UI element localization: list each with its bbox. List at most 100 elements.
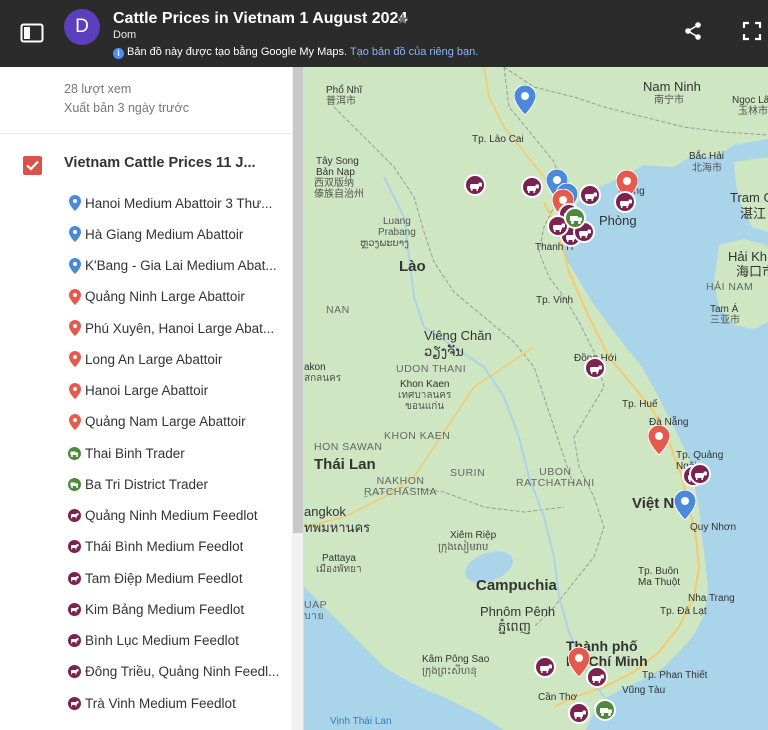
cow-marker[interactable] <box>521 176 543 198</box>
truck-icon <box>68 445 81 461</box>
legend-item-label: Hà Giang Medium Abattoir <box>85 226 244 242</box>
scrollbar-thumb[interactable] <box>293 67 303 533</box>
map-label-quy-nhon: Quy Nhơn <box>690 522 737 533</box>
legend-item-label: Hanoi Medium Abattoir 3 Thư... <box>85 195 273 211</box>
legend-item[interactable]: Hanoi Medium Abattoir 3 Thư... <box>68 192 280 214</box>
map-label-hai-khau-cn: 海口市 <box>736 264 768 279</box>
legend-item-label: Thái Bình Medium Feedlot <box>85 539 244 555</box>
legend-item[interactable]: Thai Binh Trader <box>68 442 280 464</box>
cow-icon <box>68 570 81 586</box>
map-label-hon-sawan: HON SAWAN <box>314 441 383 453</box>
map-label-phan-thiet: Tp. Phan Thiết <box>642 670 708 681</box>
layer-title[interactable]: Vietnam Cattle Prices 11 J... <box>64 155 274 171</box>
map-label-vinh: Tp. Vinh <box>536 295 574 306</box>
legend-item[interactable]: Ba Tri District Trader <box>68 473 280 495</box>
map-label-thai-lan: Thái Lan <box>314 456 376 473</box>
map-label-buon-ma-thuot: Tp. Buôn Ma Thuột <box>638 566 681 588</box>
legend-item[interactable]: Tam Điệp Medium Feedlot <box>68 567 280 589</box>
legend-item-label: Quảng Ninh Large Abattoir <box>85 289 245 305</box>
truck-marker[interactable] <box>564 207 586 229</box>
cow-marker[interactable] <box>584 357 606 379</box>
cow-icon <box>68 664 81 680</box>
legend-item[interactable]: Bình Lục Medium Feedlot <box>68 630 280 652</box>
map-label-ubon: UBON RATCHATHANI <box>516 466 595 490</box>
cow-marker[interactable] <box>579 184 601 206</box>
map-label-pho-nhi-cn: 普洱市 <box>326 96 356 107</box>
map-label-bangkok-th: ทพมหานคร <box>304 520 371 535</box>
cow-icon <box>68 539 81 555</box>
cow-marker[interactable] <box>568 702 590 724</box>
legend-item[interactable]: Quảng Nam Large Abattoir <box>68 411 280 433</box>
legend-item[interactable]: Hanoi Large Abattoir <box>68 380 280 402</box>
map-label-pattaya-th: เมืองพัทยา <box>316 564 362 575</box>
notice-text: Bản đồ này được tạo bằng Google My Maps. <box>127 46 348 58</box>
map-label-kampong-som-km: ក្រុងព្រះសីហនុ <box>422 666 477 677</box>
red-pin-icon <box>68 288 81 305</box>
blue-pin-icon <box>68 195 81 211</box>
legend-item[interactable]: Kim Bảng Medium Feedlot <box>68 598 280 620</box>
map-canvas[interactable]: Nam Ninh 南宁市 Phổ Nhĩ 普洱市 Ngọc Lâ 玉林市 Tp.… <box>304 67 768 730</box>
header: D Cattle Prices in Vietnam 1 August 2024… <box>0 0 768 67</box>
map-label-bangkok: angkok <box>304 504 346 519</box>
map-label-kampong-som: Kâm Pông Sao <box>422 654 490 665</box>
cow-marker[interactable] <box>586 666 608 688</box>
fullscreen-icon[interactable] <box>742 21 762 41</box>
legend-item[interactable]: Long An Large Abattoir <box>68 348 280 370</box>
map-label-nam-ninh-cn: 南宁市 <box>654 95 684 106</box>
map-label-hue: Tp. Huế <box>622 399 658 410</box>
avatar[interactable]: D <box>64 9 100 45</box>
map-label-nakhon-ratchasima: NAKHON RATCHASIMA <box>364 475 438 499</box>
truck-marker[interactable] <box>594 699 616 721</box>
legend-item-label: Kim Bảng Medium Feedlot <box>85 601 245 617</box>
map-label-pho-nhi: Phổ Nhĩ <box>326 85 363 96</box>
cow-marker[interactable] <box>614 191 636 213</box>
blue-pin-icon <box>68 226 81 243</box>
legend-item-label: K'Bang - Gia Lai Medium Abat... <box>85 258 277 273</box>
cow-marker[interactable] <box>689 463 711 485</box>
map-label-luang-prabang: Luang Prabang <box>378 216 416 238</box>
legend-item-label: Thai Binh Trader <box>85 445 185 461</box>
map-label-xiem-riep-km: ក្រុងសៀមរាប <box>438 542 489 553</box>
view-count: 28 lượt xem <box>64 82 132 96</box>
map-label-tay-song-cn: 西双版纳 傣族自治州 <box>314 178 364 200</box>
layer-checkbox[interactable] <box>23 156 42 175</box>
map-title: Cattle Prices in Vietnam 1 August 2024 <box>113 10 408 27</box>
map-label-sakon-th: สกลนคร <box>304 373 342 384</box>
map-label-vieng-chan-lo: ວຽງຈັນ <box>424 344 464 359</box>
cow-marker[interactable] <box>464 174 486 196</box>
map-label-lao-cai: Tp. Lào Cai <box>472 134 524 145</box>
map-label-ngoc-lam: Ngọc Lâ <box>732 95 768 106</box>
legend-item[interactable]: Phú Xuyên, Hanoi Large Abat... <box>68 317 280 339</box>
legend-item[interactable]: Thái Bình Medium Feedlot <box>68 536 280 558</box>
map-label-sakon: akon <box>304 362 326 373</box>
map-label-lao: Lào <box>399 258 426 275</box>
map-label-tay-song: Tây Song Bản Nạp <box>316 156 359 178</box>
map-label-vinh-thai-lan: Vịnh Thái Lan <box>330 716 392 727</box>
truck-icon <box>68 476 81 492</box>
cow-marker[interactable] <box>534 656 556 678</box>
legend-item[interactable]: K'Bang - Gia Lai Medium Abat... <box>68 255 280 277</box>
legend-item[interactable]: Quảng Ninh Large Abattoir <box>68 286 280 308</box>
map-label-bac-hai: Bắc Hải <box>689 151 725 162</box>
legend-item-label: Quảng Ninh Medium Feedlot <box>85 508 258 523</box>
legend-item[interactable]: Trà Vinh Medium Feedlot <box>68 692 280 714</box>
red-pin-icon <box>68 382 81 399</box>
red-pin-icon <box>68 351 81 368</box>
map-label-pattaya: Pattaya <box>322 553 356 564</box>
sidebar-toggle-icon[interactable] <box>20 23 44 43</box>
legend-item[interactable]: Quảng Ninh Medium Feedlot <box>68 505 280 527</box>
map-label-khon-kaen: Khon Kaen <box>400 379 450 390</box>
map-label-tam-a: Tam Á <box>710 304 739 315</box>
star-icon[interactable]: ★ <box>396 10 409 28</box>
legend-item[interactable]: Hà Giang Medium Abattoir <box>68 223 280 245</box>
create-map-link[interactable]: Tạo bản đồ của riêng bạn. <box>350 46 478 58</box>
map-label-nan: NAN <box>326 304 350 316</box>
legend-item-label: Tam Điệp Medium Feedlot <box>85 570 243 586</box>
map-label-ngoc-lam-cn: 玉林市 <box>738 106 768 117</box>
share-icon[interactable] <box>683 21 703 41</box>
legend-item-label: Long An Large Abattoir <box>85 351 223 367</box>
cow-icon <box>68 633 81 649</box>
legend-item-label: Đông Triều, Quảng Ninh Feedl... <box>85 664 280 680</box>
map-label-khon-kaen-region: KHON KAEN <box>384 430 451 442</box>
legend-item[interactable]: Đông Triều, Quảng Ninh Feedl... <box>68 661 280 683</box>
